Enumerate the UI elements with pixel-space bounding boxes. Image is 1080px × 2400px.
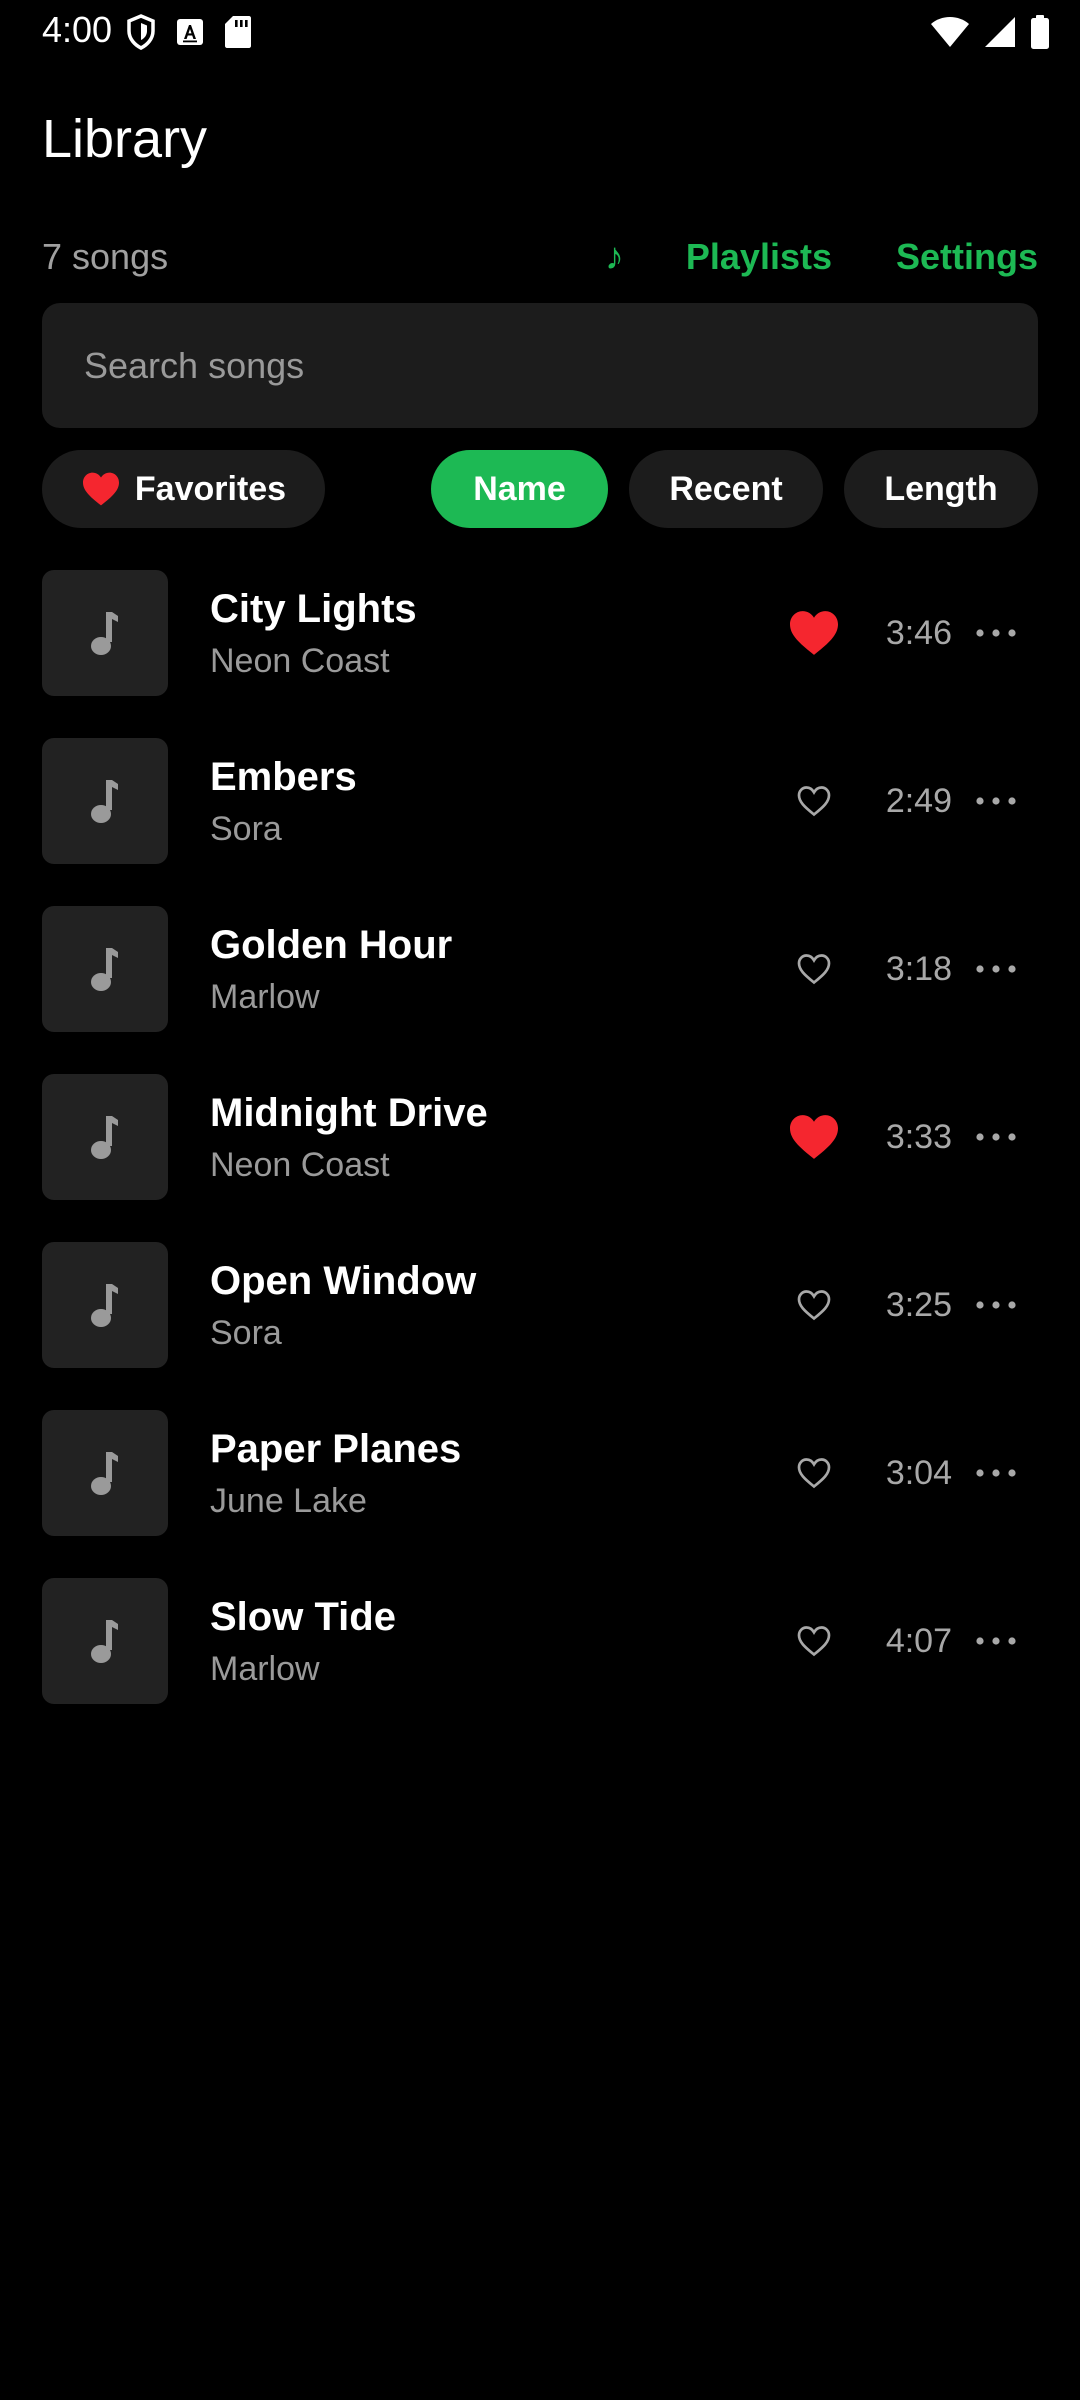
- favorites-filter-label: Favorites: [134, 469, 287, 508]
- song-artist: June Lake: [210, 1482, 367, 1520]
- favorite-toggle[interactable]: [784, 1446, 844, 1500]
- album-art: [42, 1074, 168, 1200]
- song-row[interactable]: Midnight Drive Neon Coast 3:33: [0, 1074, 1080, 1242]
- music-note-icon: [91, 780, 118, 823]
- song-title: City Lights: [210, 587, 417, 631]
- album-art: [42, 1410, 168, 1536]
- more-horizontal-icon: [976, 1133, 1016, 1141]
- song-title: Midnight Drive: [210, 1091, 488, 1135]
- song-row[interactable]: Golden Hour Marlow 3:18: [0, 906, 1080, 1074]
- heart-outline-icon: [797, 1290, 831, 1321]
- more-options-button[interactable]: [972, 954, 1020, 984]
- more-options-button[interactable]: [972, 1122, 1020, 1152]
- song-title: Paper Planes: [210, 1427, 462, 1471]
- album-art: [42, 570, 168, 696]
- music-note-icon: [91, 1284, 118, 1327]
- heart-outline-icon: [797, 786, 831, 817]
- music-note-icon: [91, 1620, 118, 1663]
- search-box: [42, 303, 1038, 428]
- status-right-icons: [930, 12, 1050, 52]
- heart-filled-icon: [790, 1115, 838, 1159]
- album-art: [42, 1578, 168, 1704]
- music-note-icon: [91, 612, 118, 655]
- song-artist: Sora: [210, 810, 282, 848]
- song-row[interactable]: City Lights Neon Coast 3:46: [0, 570, 1080, 738]
- more-options-button[interactable]: [972, 786, 1020, 816]
- more-horizontal-icon: [976, 1637, 1016, 1645]
- heart-outline-icon: [797, 1458, 831, 1489]
- favorite-toggle[interactable]: [784, 606, 844, 660]
- more-horizontal-icon: [976, 629, 1016, 637]
- song-duration: 3:25: [885, 1286, 952, 1324]
- more-horizontal-icon: [976, 797, 1016, 805]
- status-bar: 4:00: [0, 0, 1080, 62]
- song-title: Golden Hour: [210, 923, 453, 967]
- music-note-icon: [91, 1452, 118, 1495]
- song-artist: Marlow: [210, 1650, 320, 1688]
- text-notification-icon: [177, 19, 203, 45]
- song-duration: 3:18: [885, 950, 952, 988]
- more-horizontal-icon: [976, 1469, 1016, 1477]
- music-note-icon: [91, 1116, 118, 1159]
- more-horizontal-icon: [976, 1301, 1016, 1309]
- more-options-button[interactable]: [972, 618, 1020, 648]
- wifi-icon: [931, 17, 969, 47]
- song-duration: 3:46: [885, 614, 952, 652]
- song-artist: Sora: [210, 1314, 282, 1352]
- heart-outline-icon: [797, 954, 831, 985]
- song-row[interactable]: Slow Tide Marlow 4:07: [0, 1578, 1080, 1746]
- music-note-icon[interactable]: ♪: [605, 232, 624, 282]
- sort-name-chip[interactable]: Name: [431, 450, 608, 528]
- song-row[interactable]: Open Window Sora 3:25: [0, 1242, 1080, 1410]
- header-nav: ♪ Playlists Settings: [605, 232, 1038, 282]
- heart-filled-icon: [790, 611, 838, 655]
- page-title: Library: [42, 109, 208, 169]
- song-row[interactable]: Paper Planes June Lake 3:04: [0, 1410, 1080, 1578]
- song-duration: 3:04: [885, 1454, 952, 1492]
- favorites-filter-button[interactable]: Favorites: [42, 450, 325, 528]
- song-duration: 4:07: [885, 1622, 952, 1660]
- song-duration: 3:33: [885, 1118, 952, 1156]
- favorite-toggle[interactable]: [784, 1278, 844, 1332]
- song-title: Embers: [210, 755, 357, 799]
- song-title: Slow Tide: [210, 1595, 396, 1639]
- song-duration: 2:49: [885, 782, 952, 820]
- song-row[interactable]: Embers Sora 2:49: [0, 738, 1080, 906]
- more-options-button[interactable]: [972, 1626, 1020, 1656]
- album-art: [42, 906, 168, 1032]
- album-art: [42, 1242, 168, 1368]
- favorite-toggle[interactable]: [784, 942, 844, 996]
- shield-icon: [127, 14, 155, 50]
- sort-length-chip[interactable]: Length: [844, 450, 1038, 528]
- song-artist: Marlow: [210, 978, 320, 1016]
- more-options-button[interactable]: [972, 1458, 1020, 1488]
- heart-filled-icon: [82, 472, 119, 506]
- song-artist: Neon Coast: [210, 642, 390, 680]
- status-time: 4:00: [42, 9, 113, 50]
- favorite-toggle[interactable]: [784, 1110, 844, 1164]
- settings-link[interactable]: Settings: [896, 232, 1038, 282]
- song-count: 7 songs: [42, 236, 169, 277]
- sort-recent-chip[interactable]: Recent: [629, 450, 823, 528]
- playlists-link[interactable]: Playlists: [686, 232, 832, 282]
- more-horizontal-icon: [976, 965, 1016, 973]
- song-title: Open Window: [210, 1259, 477, 1303]
- battery-icon: [1031, 15, 1049, 49]
- favorite-toggle[interactable]: [784, 1614, 844, 1668]
- song-artist: Neon Coast: [210, 1146, 390, 1184]
- song-list: City Lights Neon Coast 3:46 Embers Sora …: [0, 570, 1080, 1746]
- sd-card-icon: [225, 16, 251, 48]
- favorite-toggle[interactable]: [784, 774, 844, 828]
- more-options-button[interactable]: [972, 1290, 1020, 1320]
- status-left-icons: [126, 12, 252, 52]
- search-input[interactable]: [42, 303, 1038, 428]
- cellular-signal-icon: [985, 17, 1015, 47]
- music-note-icon: [91, 948, 118, 991]
- heart-outline-icon: [797, 1626, 831, 1657]
- album-art: [42, 738, 168, 864]
